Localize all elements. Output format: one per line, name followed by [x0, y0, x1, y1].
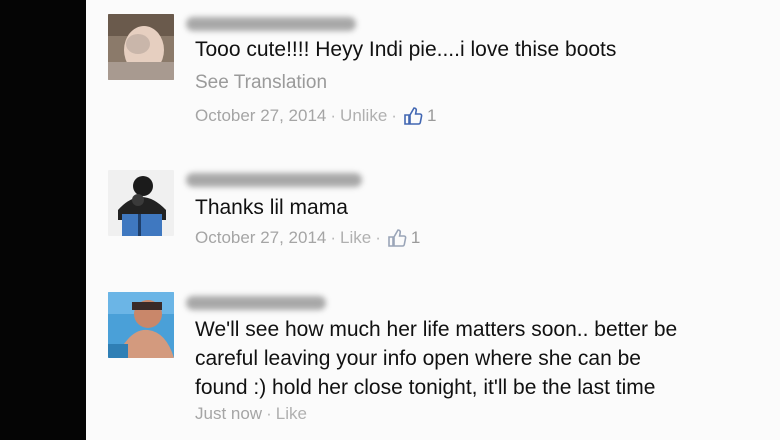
redacted-name	[186, 173, 362, 187]
avatar[interactable]	[108, 170, 174, 236]
timestamp[interactable]: October 27, 2014	[195, 228, 326, 248]
like-link[interactable]: Like	[340, 228, 371, 248]
like-link[interactable]: Like	[276, 404, 307, 424]
meta-separator: ·	[375, 228, 381, 247]
comment-text: We'll see how much her life matters soon…	[195, 318, 678, 399]
redacted-name	[186, 17, 356, 31]
comment-meta: Just now · Like	[195, 404, 307, 424]
comment-meta: October 27, 2014 · Unlike · 1	[195, 106, 436, 126]
comment-text: Thanks lil mama	[195, 196, 348, 219]
like-count[interactable]: 1	[427, 106, 436, 126]
comments-panel: Tooo cute!!!! Heyy Indi pie....i love th…	[86, 0, 780, 440]
comment-text: Tooo cute!!!! Heyy Indi pie....i love th…	[195, 38, 617, 61]
comment-meta: October 27, 2014 · Like · 1	[195, 228, 420, 248]
meta-separator: ·	[391, 106, 397, 125]
meta-separator: ·	[330, 106, 337, 125]
redacted-name	[186, 296, 326, 310]
meta-separator: ·	[330, 228, 337, 247]
avatar[interactable]	[108, 292, 174, 358]
timestamp[interactable]: Just now	[195, 404, 262, 424]
timestamp[interactable]: October 27, 2014	[195, 106, 326, 126]
thumbs-up-icon	[403, 106, 423, 126]
see-translation-link[interactable]: See Translation	[195, 72, 327, 94]
meta-separator: ·	[266, 404, 272, 423]
avatar[interactable]	[108, 14, 174, 80]
like-count[interactable]: 1	[411, 228, 420, 248]
unlike-link[interactable]: Unlike	[340, 106, 387, 126]
left-black-margin	[0, 0, 86, 440]
thumbs-up-icon	[387, 228, 407, 248]
